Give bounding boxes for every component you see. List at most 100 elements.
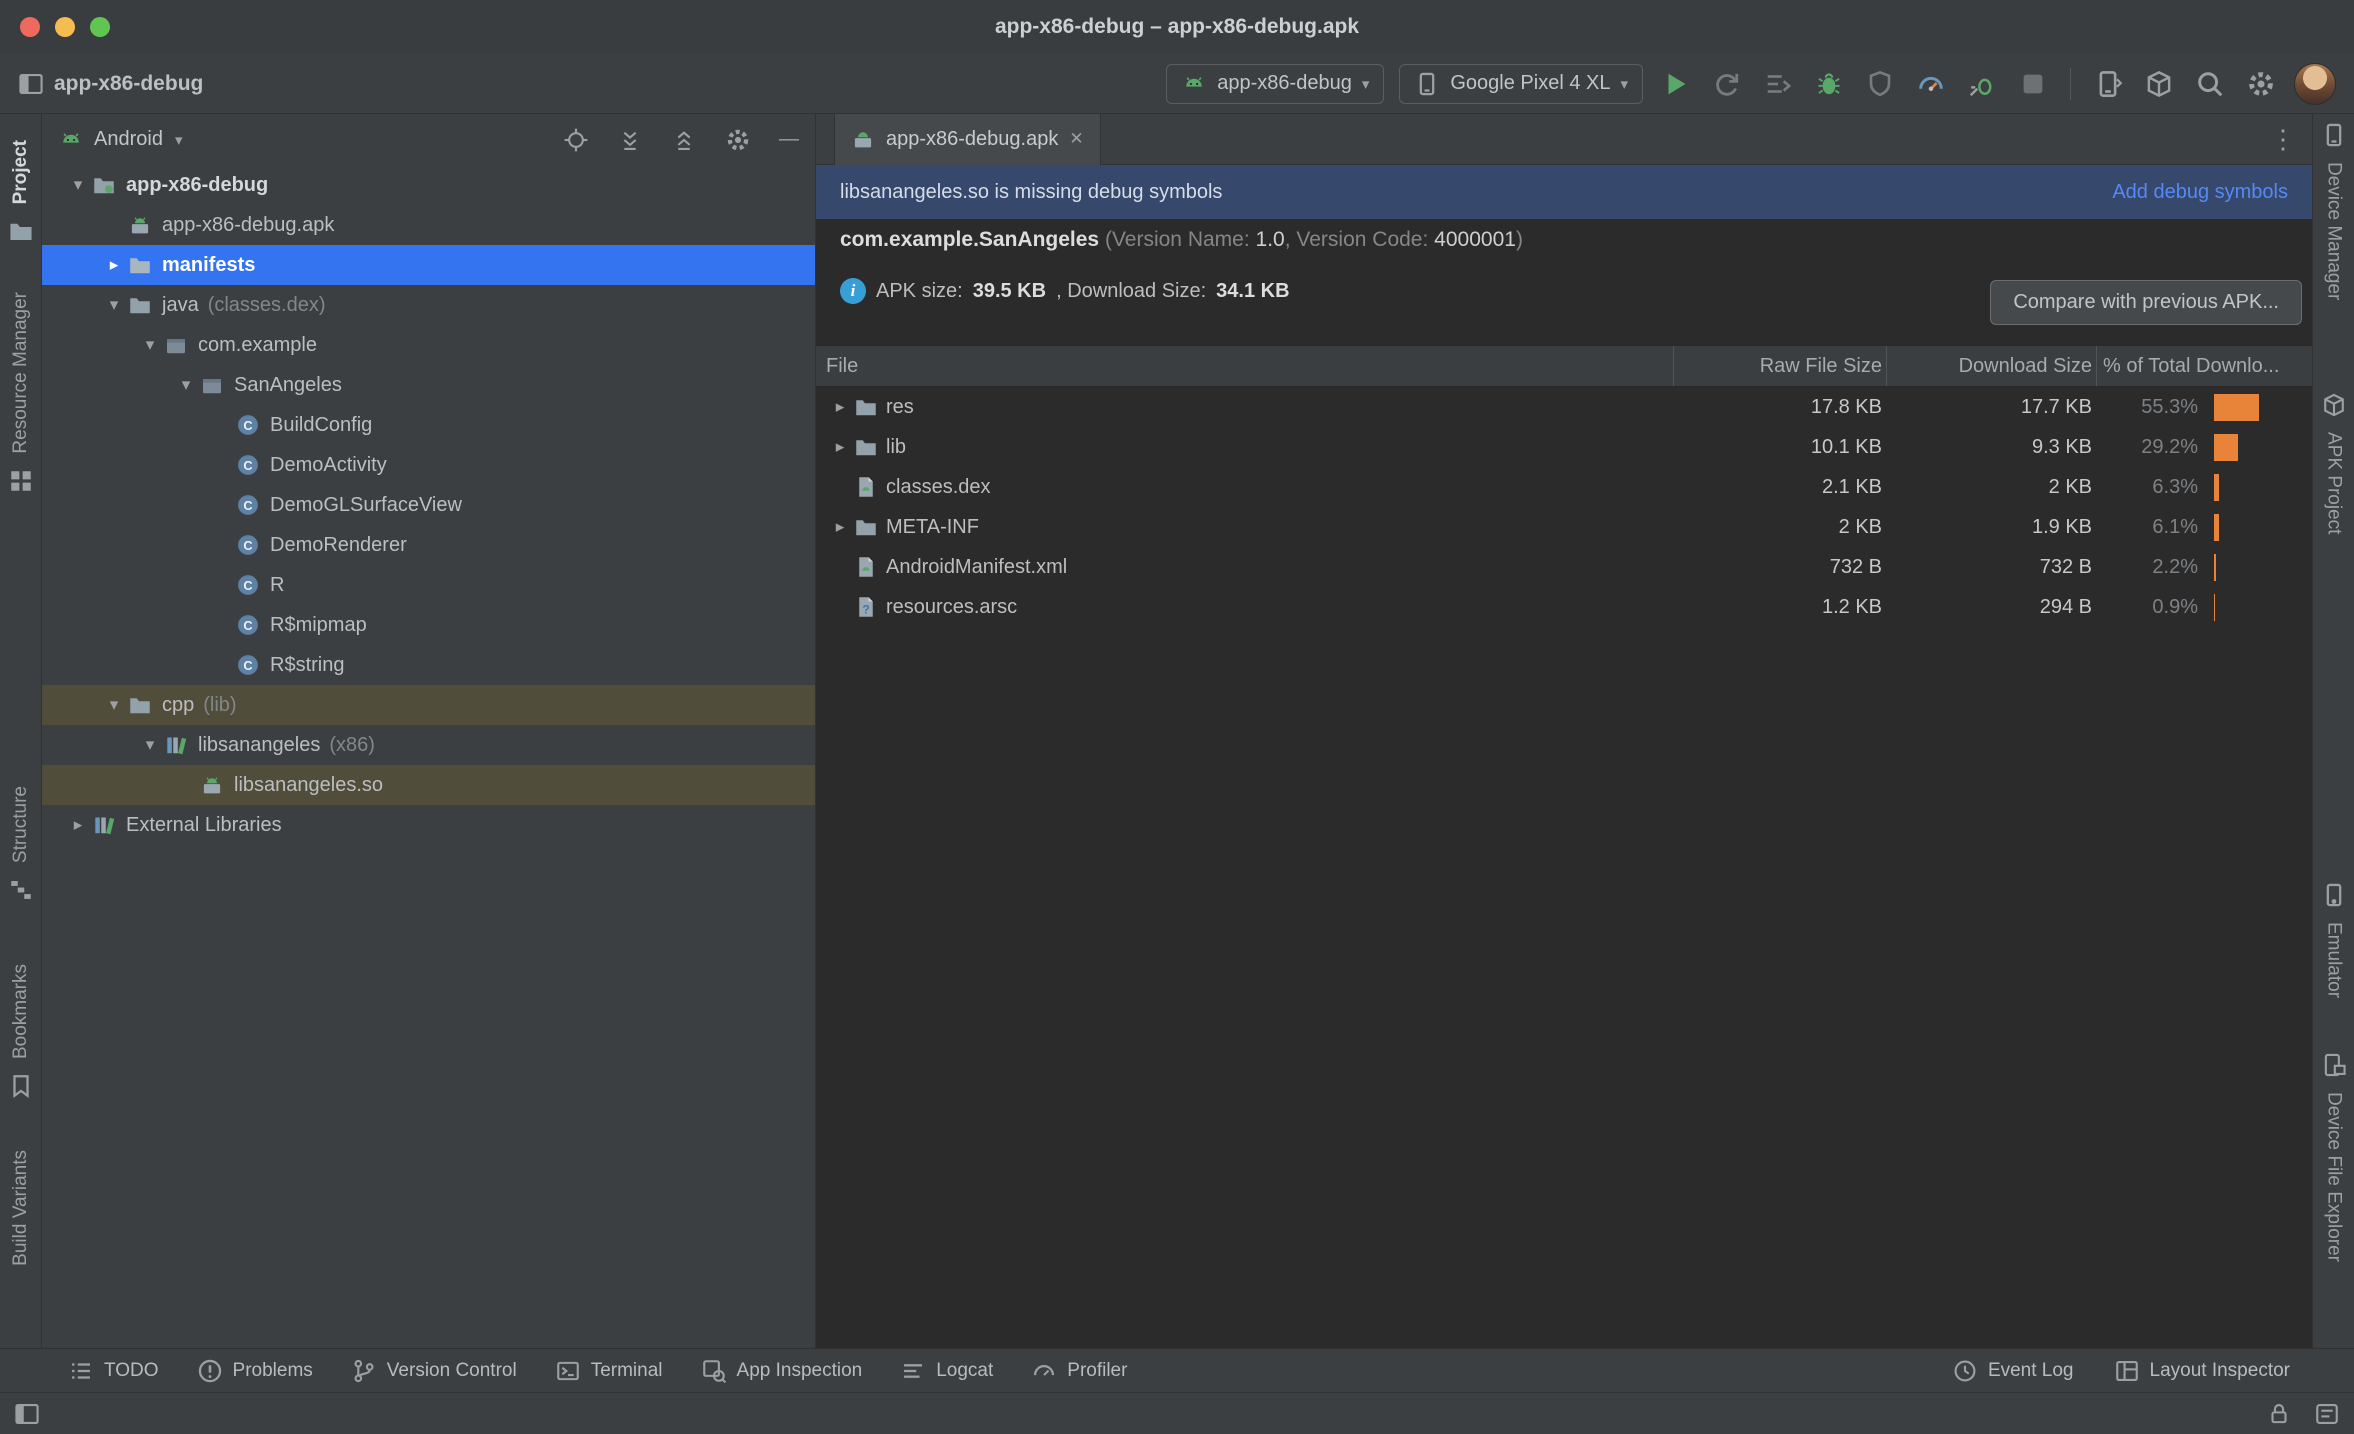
version-name-value: 1.0 <box>1255 228 1285 251</box>
tool-button-build-variants[interactable]: Build Variants <box>0 1150 41 1266</box>
folder-icon <box>9 224 32 241</box>
lock-icon[interactable] <box>2266 1401 2292 1427</box>
run-button[interactable] <box>1658 66 1694 102</box>
tool-button-event-log[interactable]: Event Log <box>1952 1358 2074 1384</box>
minimize-window-button[interactable] <box>55 17 75 37</box>
tool-button-device-file-explorer[interactable]: Device File Explorer <box>2313 1052 2354 1262</box>
chevron-down-icon[interactable]: ▾ <box>64 175 92 195</box>
locate-file-icon[interactable] <box>563 127 589 153</box>
tab-app-x86-debug-apk[interactable]: app-x86-debug.apk ✕ <box>834 113 1101 165</box>
tree-item-manifests[interactable]: ▸ manifests <box>42 245 815 285</box>
version-control-label: Version Control <box>386 1359 517 1381</box>
tree-item-r-string[interactable]: C R$string <box>42 645 815 685</box>
collapse-all-icon[interactable] <box>671 127 697 153</box>
tree-item-cpp[interactable]: ▾ cpp (lib) <box>42 685 815 725</box>
paren-close: ) <box>1515 228 1523 251</box>
tree-item-com-example[interactable]: ▾ com.example <box>42 325 815 365</box>
run-with-coverage-button[interactable] <box>1862 66 1898 102</box>
gear-icon[interactable] <box>725 127 751 153</box>
hide-panel-button[interactable]: — <box>779 128 799 151</box>
column-percent-of-total[interactable]: % of Total Downlo... <box>2096 346 2312 386</box>
attach-debugger-button[interactable] <box>1964 66 2000 102</box>
device-manager-button[interactable] <box>2090 66 2126 102</box>
chevron-right-icon[interactable]: ▸ <box>826 437 854 457</box>
table-row-classes-dex[interactable]: classes.dex 2.1 KB 2 KB 6.3% <box>816 467 2312 507</box>
run-configuration-selector[interactable]: app-x86-debug ▾ <box>1166 63 1385 104</box>
tool-button-logcat[interactable]: Logcat <box>900 1358 993 1384</box>
close-icon[interactable]: ✕ <box>1069 129 1083 149</box>
tree-item-app-x86-debug-apk[interactable]: app-x86-debug.apk <box>42 205 815 245</box>
tree-item-demoglsurfaceview[interactable]: C DemoGLSurfaceView <box>42 485 815 525</box>
add-debug-symbols-link[interactable]: Add debug symbols <box>2112 181 2288 204</box>
search-everywhere-button[interactable] <box>2192 66 2228 102</box>
debug-button[interactable] <box>1811 66 1847 102</box>
table-row-androidmanifest[interactable]: AndroidManifest.xml 732 B 732 B 2.2% <box>816 547 2312 587</box>
notifications-icon[interactable] <box>2314 1401 2340 1427</box>
right-tool-strip: Device Manager APK Project Emulator Devi… <box>2312 114 2354 1348</box>
emulator-phone-icon <box>2326 883 2341 907</box>
chevron-right-icon[interactable]: ▸ <box>826 397 854 417</box>
todo-list-icon <box>72 1362 90 1379</box>
chevron-right-icon[interactable]: ▸ <box>826 517 854 537</box>
table-row-meta-inf[interactable]: ▸ META-INF 2 KB 1.9 KB 6.1% <box>816 507 2312 547</box>
project-name-widget[interactable]: app-x86-debug <box>18 71 203 97</box>
maximize-window-button[interactable] <box>90 17 110 37</box>
tree-item-libsanangeles[interactable]: ▾ libsanangeles (x86) <box>42 725 815 765</box>
tree-item-buildconfig[interactable]: C BuildConfig <box>42 405 815 445</box>
table-row-lib[interactable]: ▸ lib 10.1 KB 9.3 KB 29.2% <box>816 427 2312 467</box>
apply-code-changes-button[interactable] <box>1760 66 1796 102</box>
tool-button-device-manager[interactable]: Device Manager <box>2313 122 2354 300</box>
tool-button-profiler[interactable]: Profiler <box>1031 1358 1127 1384</box>
chevron-right-icon[interactable]: ▸ <box>100 255 128 275</box>
percent-text: 6.1% <box>2152 515 2198 538</box>
column-file[interactable]: File <box>816 355 1673 378</box>
close-window-button[interactable] <box>20 17 40 37</box>
stop-button[interactable] <box>2015 66 2051 102</box>
chevron-down-icon[interactable]: ▾ <box>100 295 128 315</box>
tree-item-app-x86-debug[interactable]: ▾ app-x86-debug <box>42 165 815 205</box>
chevron-right-icon[interactable]: ▸ <box>64 815 92 835</box>
apply-changes-button[interactable] <box>1709 66 1745 102</box>
tree-item-r-mipmap[interactable]: C R$mipmap <box>42 605 815 645</box>
device-folder-icon <box>2324 1053 2346 1077</box>
column-raw-file-size[interactable]: Raw File Size <box>1673 346 1886 386</box>
device-file-explorer-button[interactable] <box>2141 66 2177 102</box>
tool-button-bookmarks[interactable]: Bookmarks <box>0 964 41 1099</box>
toggle-tool-windows-icon[interactable] <box>14 1401 40 1427</box>
tree-item-r[interactable]: C R <box>42 565 815 605</box>
tool-button-app-inspection[interactable]: App Inspection <box>701 1358 862 1384</box>
profile-button[interactable] <box>1913 66 1949 102</box>
tool-button-structure[interactable]: Structure <box>0 786 41 903</box>
tool-button-layout-inspector[interactable]: Layout Inspector <box>2114 1358 2290 1384</box>
tree-item-demoactivity[interactable]: C DemoActivity <box>42 445 815 485</box>
compare-apk-button[interactable]: Compare with previous APK... <box>1990 280 2302 325</box>
view-selector[interactable]: Android <box>94 128 163 151</box>
tool-button-resource-manager[interactable]: Resource Manager <box>0 292 41 494</box>
chevron-down-icon[interactable]: ▾ <box>136 335 164 355</box>
emulator-tool-label: Emulator <box>2323 922 2345 999</box>
table-row-res[interactable]: ▸ res 17.8 KB 17.7 KB 55.3% <box>816 387 2312 427</box>
chevron-down-icon[interactable]: ▾ <box>136 735 164 755</box>
user-avatar[interactable] <box>2294 62 2336 105</box>
tool-button-terminal[interactable]: Terminal <box>555 1358 663 1384</box>
tool-button-version-control[interactable]: Version Control <box>351 1358 517 1384</box>
percent-bar <box>2214 473 2220 501</box>
chevron-down-icon[interactable]: ▾ <box>100 695 128 715</box>
tool-button-problems[interactable]: Problems <box>197 1358 313 1384</box>
tree-item-java[interactable]: ▾ java (classes.dex) <box>42 285 815 325</box>
device-selector[interactable]: Google Pixel 4 XL ▾ <box>1399 63 1643 104</box>
tree-item-sanangeles[interactable]: ▾ SanAngeles <box>42 365 815 405</box>
tool-button-project[interactable]: Project <box>0 140 41 244</box>
tool-button-apk-project[interactable]: APK Project <box>2313 392 2354 534</box>
tree-item-demorenderer[interactable]: C DemoRenderer <box>42 525 815 565</box>
settings-button[interactable] <box>2243 66 2279 102</box>
expand-all-icon[interactable] <box>617 127 643 153</box>
tool-button-todo[interactable]: TODO <box>68 1358 159 1384</box>
tree-item-libsanangeles-so[interactable]: libsanangeles.so <box>42 765 815 805</box>
chevron-down-icon[interactable]: ▾ <box>172 375 200 395</box>
tool-button-emulator[interactable]: Emulator <box>2313 882 2354 998</box>
column-download-size[interactable]: Download Size <box>1886 346 2096 386</box>
table-row-resources-arsc[interactable]: ? resources.arsc 1.2 KB 294 B 0.9% <box>816 587 2312 627</box>
more-icon[interactable]: ⋮ <box>2270 124 2296 155</box>
tree-item-external-libraries[interactable]: ▸ External Libraries <box>42 805 815 845</box>
